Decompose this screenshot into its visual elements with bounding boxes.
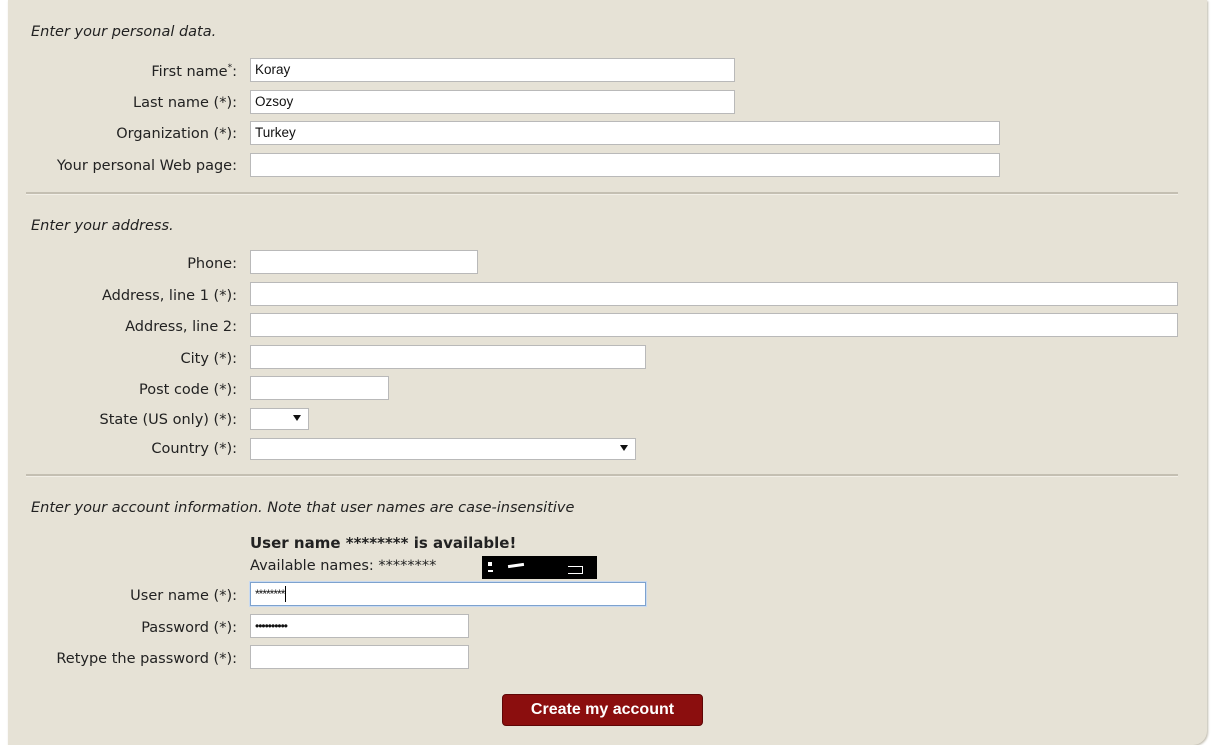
state-label: State (US only) (*): — [99, 412, 237, 428]
state-select[interactable] — [250, 408, 309, 430]
chevron-down-icon — [293, 415, 301, 421]
address-section-heading: Enter your address. — [31, 218, 174, 234]
redaction-block — [482, 556, 597, 579]
first-name-label: First name*: — [151, 63, 237, 80]
last-name-field[interactable]: Ozsoy — [250, 90, 735, 114]
section-divider — [26, 474, 1178, 477]
chevron-down-icon — [620, 445, 628, 451]
phone-field[interactable] — [250, 250, 478, 274]
address-line2-field[interactable] — [250, 313, 1178, 337]
country-label: Country (*): — [151, 441, 237, 457]
country-select[interactable] — [250, 438, 636, 460]
password-label: Password (*): — [141, 620, 237, 636]
webpage-field[interactable] — [250, 153, 1000, 177]
address-line1-label: Address, line 1 (*): — [101, 288, 237, 304]
username-field[interactable]: ******** — [250, 582, 646, 606]
postcode-label: Post code (*): — [139, 382, 237, 398]
username-label: User name (*): — [130, 588, 237, 604]
organization-label: Organization (*): — [116, 126, 237, 142]
availability-message: User name ******** is available! — [250, 534, 517, 552]
retype-password-label: Retype the password (*): — [56, 651, 237, 667]
available-names-text: Available names: ******** — [250, 558, 437, 574]
city-field[interactable] — [250, 345, 646, 369]
section-divider — [26, 192, 1178, 195]
first-name-field[interactable]: Koray — [250, 58, 735, 82]
phone-label: Phone: — [187, 256, 237, 272]
address-line1-field[interactable] — [250, 282, 1178, 306]
city-label: City (*): — [180, 351, 237, 367]
password-field[interactable]: •••••••••• — [250, 614, 469, 638]
webpage-label: Your personal Web page: — [56, 158, 237, 174]
retype-password-field[interactable] — [250, 645, 469, 669]
address-line2-label: Address, line 2: — [125, 319, 237, 335]
organization-field[interactable]: Turkey — [250, 121, 1000, 145]
personal-section-heading: Enter your personal data. — [31, 24, 217, 40]
create-account-button[interactable]: Create my account — [502, 694, 703, 726]
text-caret — [285, 586, 287, 603]
postcode-field[interactable] — [250, 376, 389, 400]
last-name-label: Last name (*): — [133, 95, 237, 111]
account-section-heading: Enter your account information. Note tha… — [31, 500, 575, 516]
